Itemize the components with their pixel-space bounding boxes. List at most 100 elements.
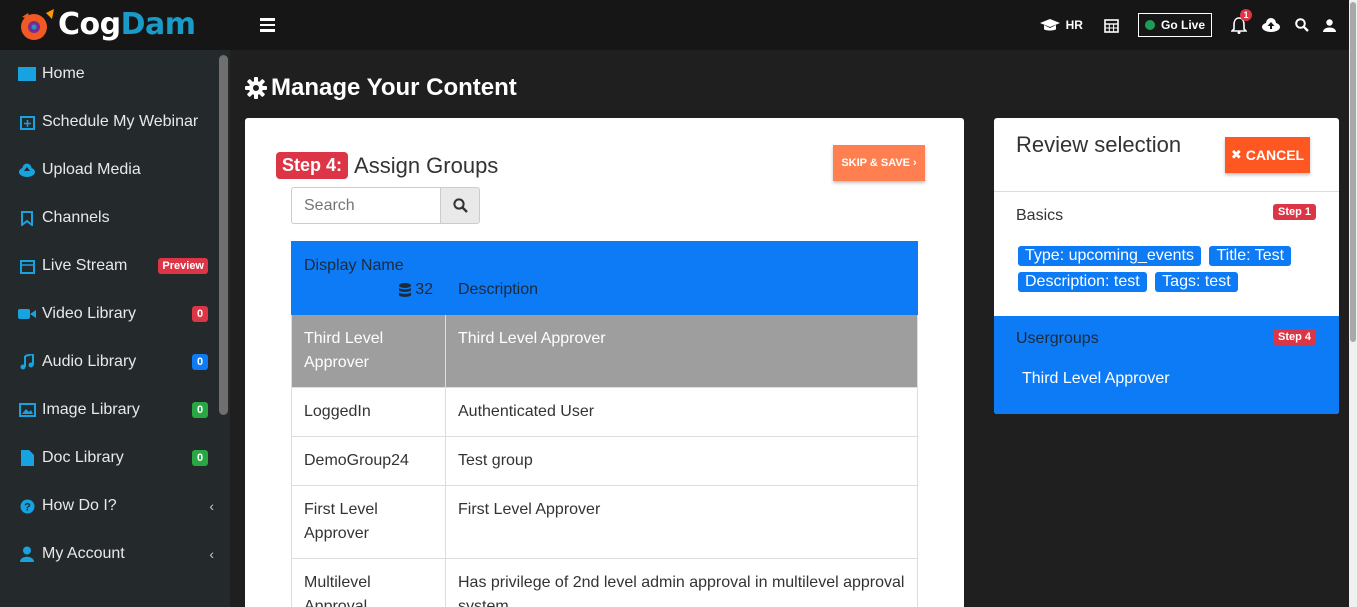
sidebar-item-label: Home [42, 65, 85, 82]
question-circle-icon: ? [18, 497, 36, 515]
sidebar-item-label: My Account [42, 545, 125, 562]
page-scrollbar[interactable] [1349, 0, 1357, 607]
table-row[interactable]: DemoGroup24 Test group [291, 436, 918, 486]
cancel-button[interactable]: ✖ CANCEL [1225, 137, 1310, 173]
description-header[interactable]: Description [445, 241, 918, 315]
chevron-right-icon: › [913, 157, 917, 169]
assign-groups-card: Step 4: Assign Groups SKIP & SAVE › Disp… [245, 118, 964, 607]
sidebar-item-label: Schedule My Webinar [42, 113, 199, 130]
sidebar-item-label: Upload Media [42, 161, 141, 178]
page-title: Manage Your Content [245, 74, 517, 102]
table-row[interactable]: Third Level Approver Third Level Approve… [291, 314, 918, 388]
logo[interactable]: CogDam [0, 0, 230, 50]
sidebar-item-image-library[interactable]: Image Library 0 [0, 386, 230, 434]
topbar: HR Go Live 1 [230, 0, 1357, 50]
count-badge: 0 [192, 354, 208, 370]
step-1-badge[interactable]: Step 1 [1273, 204, 1317, 220]
sidebar-item-label: Live Stream [42, 257, 128, 274]
go-live-button[interactable]: Go Live [1137, 13, 1212, 37]
user-icon [18, 545, 36, 563]
step-header: Step 4: Assign Groups [276, 152, 498, 179]
usergroups-label: Usergroups [1016, 330, 1099, 347]
cancel-label: CANCEL [1245, 147, 1305, 163]
sidebar-item-home[interactable]: Home [0, 50, 230, 98]
count-badge: 0 [192, 450, 208, 466]
sidebar: CogDam Home Schedule My Webinar Upload M… [0, 0, 230, 607]
search-input[interactable] [291, 187, 440, 224]
basics-tags: Type: upcoming_events Title: Test Descri… [1018, 246, 1318, 298]
step-4-badge[interactable]: Step 4 [1273, 329, 1317, 345]
group-description-cell: Test group [445, 436, 918, 486]
sidebar-item-how-do-i[interactable]: ? How Do I? ‹ [0, 482, 230, 530]
sidebar-item-label: Doc Library [42, 449, 124, 466]
sidebar-item-label: Audio Library [42, 353, 137, 370]
video-camera-icon [18, 305, 36, 323]
sidebar-item-my-account[interactable]: My Account ‹ [0, 530, 230, 578]
basics-tag: Description: test [1018, 272, 1147, 292]
group-description-cell: Third Level Approver [445, 314, 918, 388]
table-header-row: Display Name 32 Description [291, 241, 918, 315]
sidebar-nav: Home Schedule My Webinar Upload Media Ch… [0, 50, 230, 578]
go-live-label: Go Live [1160, 18, 1205, 32]
group-name-cell: LoggedIn [291, 387, 446, 437]
groups-table: Display Name 32 Description Third Level … [291, 241, 918, 607]
page-title-text: Manage Your Content [271, 74, 517, 101]
search-icon[interactable] [1295, 18, 1309, 32]
table-row[interactable]: LoggedIn Authenticated User [291, 387, 918, 437]
database-icon [399, 282, 412, 297]
bell-icon[interactable]: 1 [1231, 8, 1252, 34]
review-selection-panel: Review selection ✖ CANCEL Basics Step 1 … [994, 118, 1339, 414]
basics-tag: Tags: test [1155, 272, 1238, 292]
org-label: HR [1065, 18, 1083, 32]
group-name-cell: First Level Approver [291, 485, 446, 559]
count-badge: 0 [192, 306, 208, 322]
sidebar-item-video-library[interactable]: Video Library 0 [0, 290, 230, 338]
sidebar-item-channels[interactable]: Channels [0, 194, 230, 242]
basics-tag: Title: Test [1209, 246, 1292, 266]
search-button[interactable] [440, 187, 480, 224]
org-switcher[interactable]: HR [1039, 18, 1083, 32]
calendar-plus-icon [18, 113, 36, 131]
sidebar-item-audio-library[interactable]: Audio Library 0 [0, 338, 230, 386]
hamburger-menu-icon[interactable] [260, 18, 275, 32]
sidebar-item-label: Video Library [42, 305, 136, 322]
sidebar-scrollbar[interactable] [219, 55, 228, 415]
logo-icon [21, 9, 54, 40]
basics-tag: Type: upcoming_events [1018, 246, 1201, 266]
sidebar-item-label: Channels [42, 209, 110, 226]
user-icon[interactable] [1323, 18, 1336, 32]
table-row[interactable]: First Level Approver First Level Approve… [291, 485, 918, 559]
usergroups-section: Usergroups Step 4 Third Level Approver [994, 316, 1339, 414]
display-name-header[interactable]: Display Name 32 [291, 241, 446, 315]
count-badge: 0 [192, 402, 208, 418]
group-name-cell: Multilevel Approval [291, 558, 446, 607]
usergroups-value: Third Level Approver [1022, 370, 1170, 387]
group-count: 32 [304, 278, 433, 302]
skip-and-save-button[interactable]: SKIP & SAVE › [833, 145, 925, 181]
group-count-value: 32 [415, 281, 433, 298]
notification-count: 1 [1240, 8, 1252, 21]
review-title: Review selection [1016, 132, 1182, 157]
gear-icon [245, 77, 267, 99]
calendar-icon[interactable] [1104, 17, 1119, 33]
step-label-badge: Step 4: [276, 152, 349, 179]
home-icon [18, 65, 36, 83]
group-description-cell: Has privilege of 2nd level admin approva… [445, 558, 918, 607]
live-status-dot [1144, 20, 1155, 30]
brand-name: CogDam [58, 7, 196, 42]
cloud-upload-icon[interactable] [1261, 18, 1281, 32]
group-description-cell: First Level Approver [445, 485, 918, 559]
search-group [291, 187, 480, 224]
sidebar-item-schedule-webinar[interactable]: Schedule My Webinar [0, 98, 230, 146]
group-description-cell: Authenticated User [445, 387, 918, 437]
skip-and-save-label: SKIP & SAVE [841, 157, 910, 169]
table-row[interactable]: Multilevel Approval Has privilege of 2nd… [291, 558, 918, 607]
preview-badge: Preview [158, 258, 208, 274]
topbar-actions: HR Go Live 1 [1039, 0, 1343, 50]
graduation-cap-icon [1039, 19, 1060, 31]
sidebar-item-upload-media[interactable]: Upload Media [0, 146, 230, 194]
search-icon [452, 198, 468, 213]
sidebar-item-doc-library[interactable]: Doc Library 0 [0, 434, 230, 482]
sidebar-item-live-stream[interactable]: Live Stream Preview [0, 242, 230, 290]
music-note-icon [18, 353, 36, 371]
